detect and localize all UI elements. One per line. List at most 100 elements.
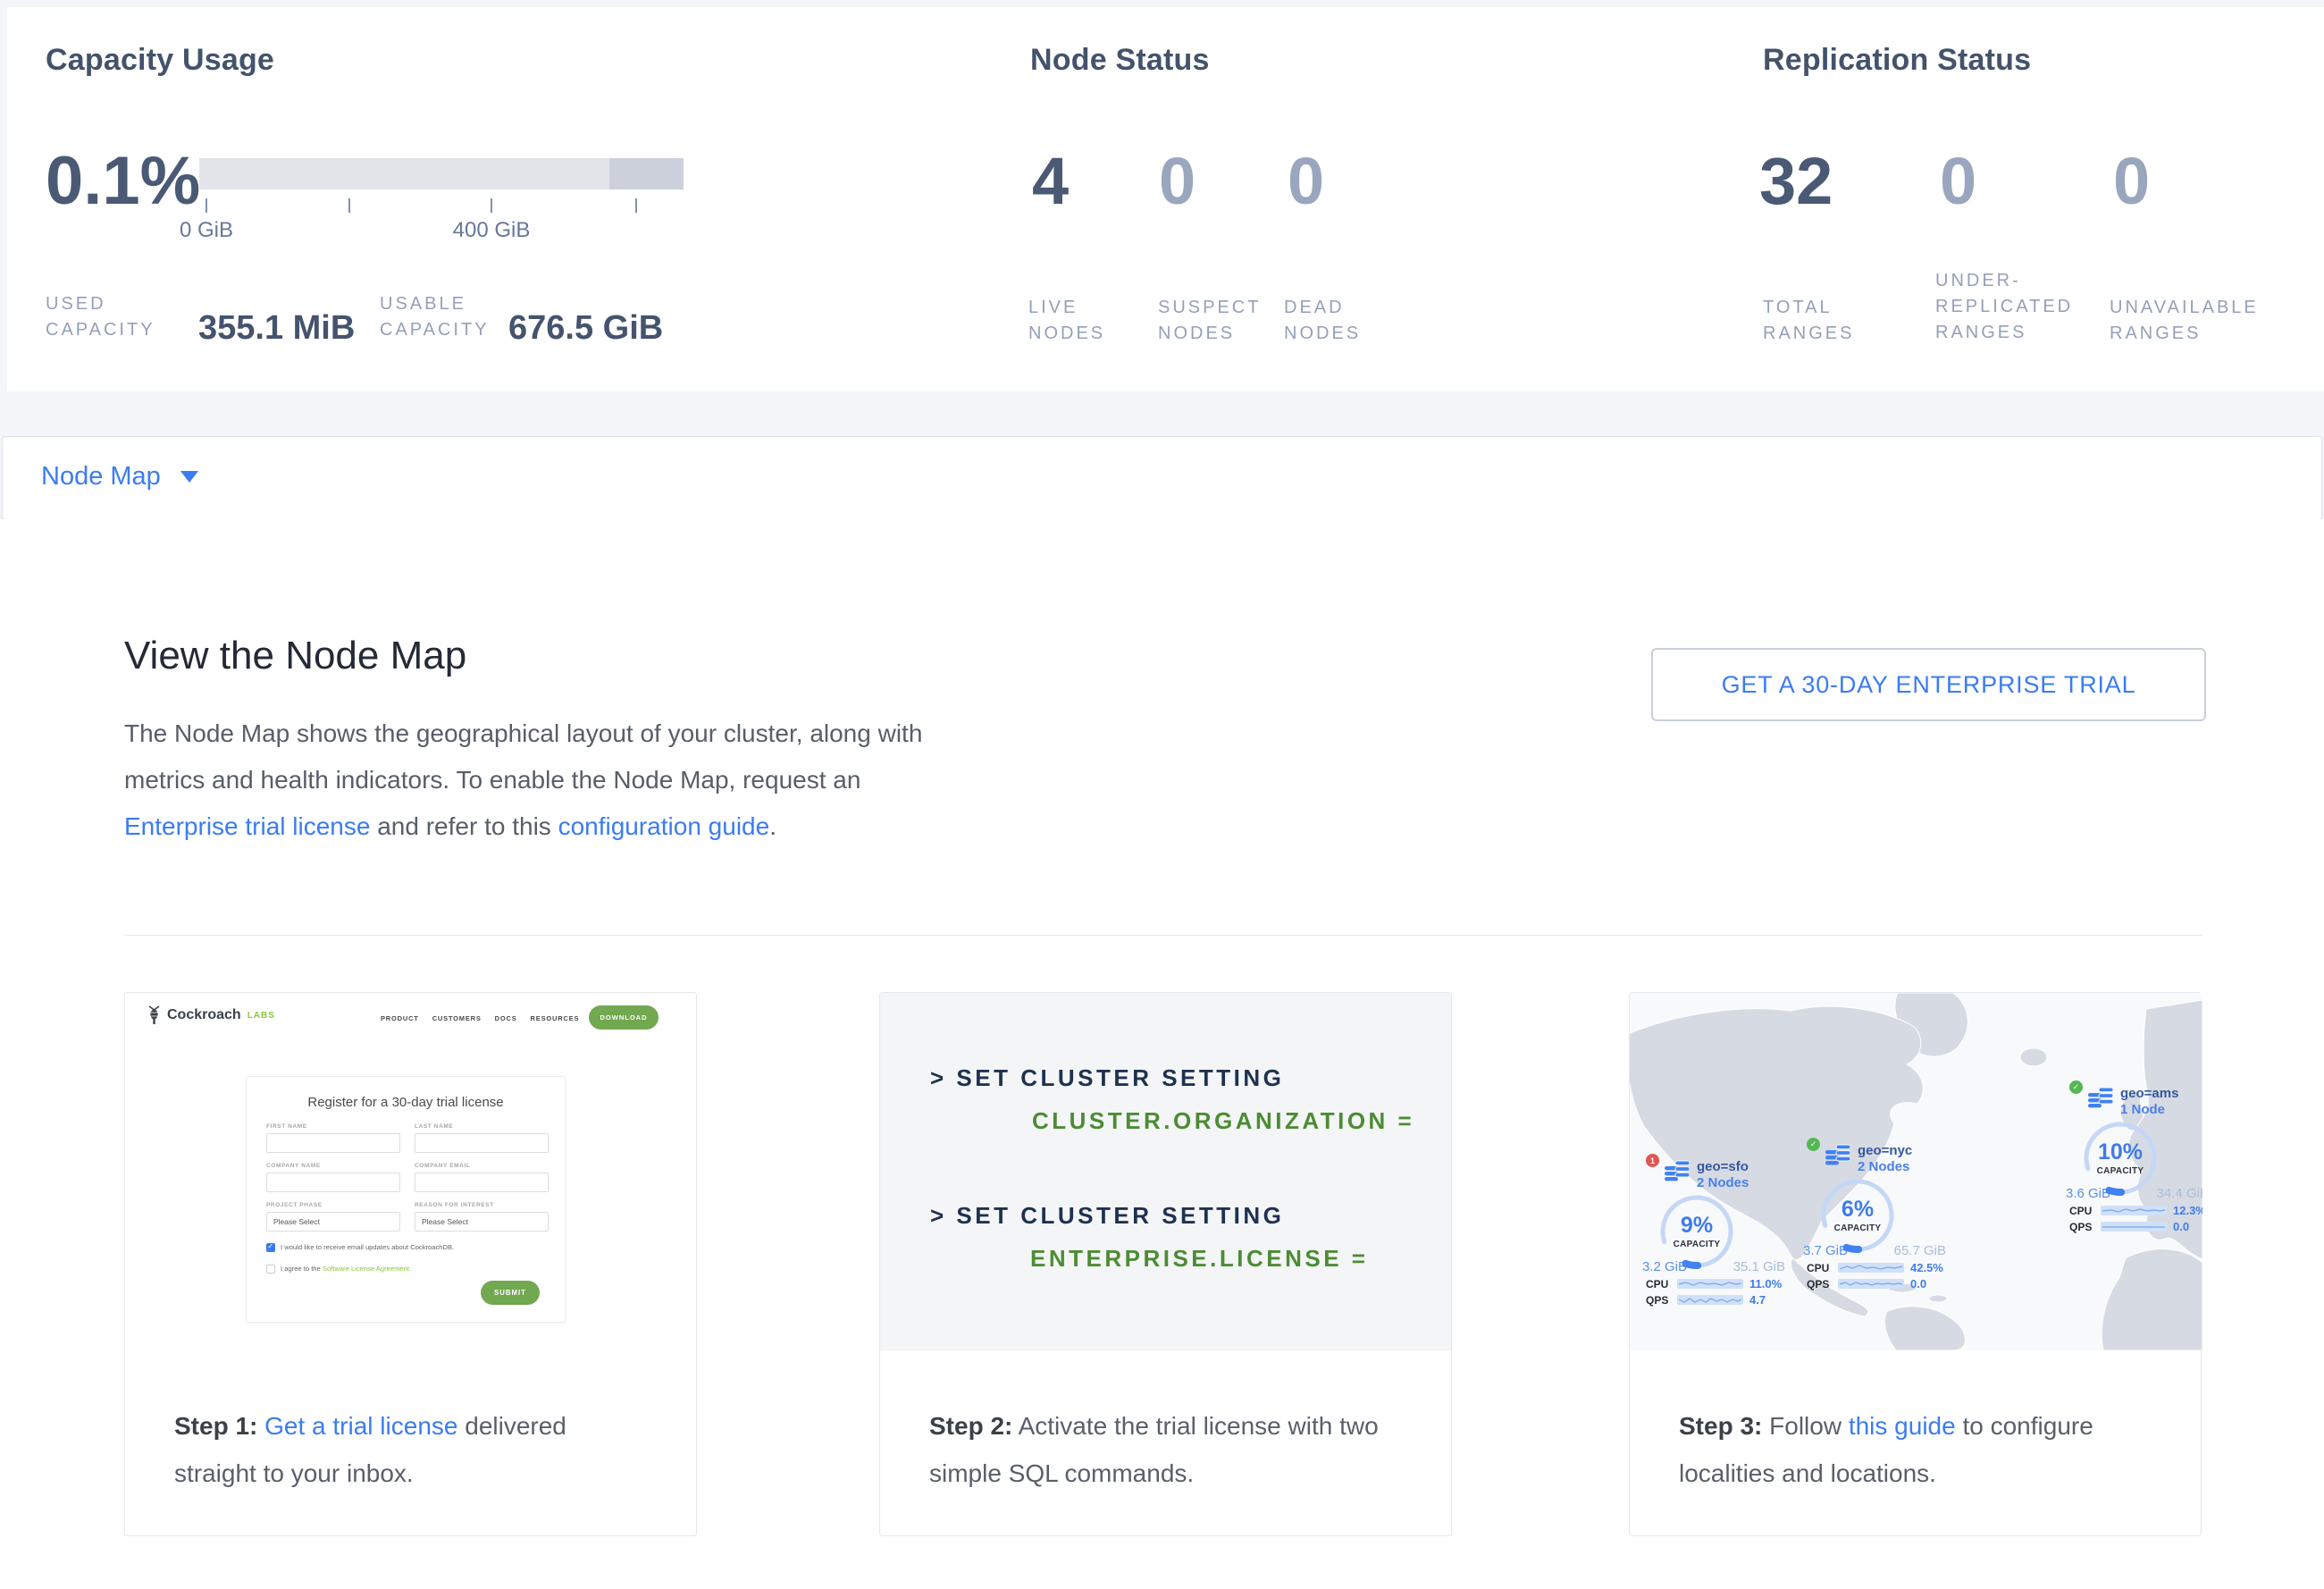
chevron-down-icon[interactable] [180, 471, 198, 483]
database-icon [2088, 1086, 2115, 1109]
nav-item-docs[interactable]: DOCS [495, 1014, 517, 1022]
locality-name: geo=ams [2120, 1086, 2178, 1101]
nav-item-customers[interactable]: CUSTOMERS [432, 1014, 482, 1022]
step3-caption: Step 3: Follow this guide to configure l… [1679, 1402, 2154, 1497]
submit-button[interactable]: SUBMIT [481, 1281, 540, 1305]
company-name-input[interactable] [266, 1173, 400, 1192]
registration-screenshot: Cockroach LABS PRODUCT CUSTOMERS DOCS RE… [125, 993, 696, 1395]
capacity-tick [491, 198, 492, 213]
error-badge: 1 [1646, 1154, 1659, 1167]
company-email-input[interactable] [415, 1173, 549, 1192]
database-icon [1665, 1159, 1691, 1182]
step3-card: 1 geo=sfo 2 Nodes [1629, 992, 2202, 1536]
company-email-label: COMPANY EMAIL [415, 1163, 549, 1169]
under-replicated-count: 0 [1940, 148, 1976, 214]
unavailable-label: UNAVAILABLE RANGES [2110, 295, 2288, 347]
step2-prefix: Step 2: [929, 1412, 1012, 1440]
cluster-summary-panel: Capacity Usage 0.1% 0 GiB 400 GiB USED C… [7, 7, 2324, 392]
locality-node-count: 2 Nodes [1858, 1158, 1912, 1175]
nav-item-product[interactable]: PRODUCT [381, 1014, 419, 1022]
email-updates-checkbox[interactable] [266, 1243, 275, 1252]
step2-caption: Step 2: Activate the trial license with … [929, 1402, 1405, 1497]
reason-label: REASON FOR INTEREST [415, 1202, 549, 1208]
capacity-bar-tail [609, 158, 684, 189]
cockroach-labs-logo: Cockroach LABS [147, 1005, 275, 1025]
project-phase-field: PROJECT PHASE Please Select [266, 1202, 400, 1232]
step1-caption: Step 1: Get a trial license delivered st… [174, 1402, 650, 1497]
project-phase-select[interactable]: Please Select [266, 1212, 400, 1232]
suspect-nodes-label: SUSPECT NODES [1158, 295, 1274, 347]
enterprise-trial-license-link[interactable]: Enterprise trial license [124, 812, 370, 840]
sql-line-2: > SET CLUSTER SETTING [930, 1202, 1284, 1230]
company-name-label: COMPANY NAME [266, 1163, 400, 1169]
capacity-label: CAPACITY [1819, 1223, 1896, 1233]
nav-item-resources[interactable]: RESOURCES [531, 1014, 580, 1022]
ok-badge: ✓ [2069, 1080, 2083, 1094]
node-map-screenshot: 1 geo=sfo 2 Nodes [1630, 993, 2202, 1350]
trial-license-form: Register for a 30-day trial license FIRS… [246, 1076, 566, 1323]
dead-nodes-count: 0 [1288, 148, 1324, 214]
live-nodes-count: 4 [1032, 148, 1069, 214]
download-button[interactable]: DOWNLOAD [589, 1005, 659, 1030]
email-updates-text: I would like to receive email updates ab… [281, 1243, 454, 1251]
used-capacity-value: 355.1 MiB [198, 309, 355, 348]
locality-sfo[interactable]: 1 geo=sfo 2 Nodes [1646, 1159, 1798, 1307]
company-email-field: COMPANY EMAIL [415, 1163, 549, 1192]
under-replicated-label: UNDER-REPLICATED RANGES [1935, 268, 2092, 346]
qps-label: QPS [2069, 1221, 2094, 1233]
cluster-overview-page: Capacity Usage 0.1% 0 GiB 400 GiB USED C… [0, 0, 2324, 1589]
capacity-tick [206, 198, 207, 213]
capacity-percent: 10% [2082, 1139, 2159, 1165]
replication-status-title: Replication Status [1763, 43, 2031, 78]
live-nodes-label: LIVE NODES [1028, 295, 1118, 347]
cpu-label: CPU [1807, 1262, 1832, 1274]
enterprise-trial-button[interactable]: GET A 30-DAY ENTERPRISE TRIAL [1651, 648, 2206, 721]
node-map-dropdown[interactable]: Node Map [41, 462, 198, 492]
capacity-tick-label: 400 GiB [429, 218, 554, 243]
description-text: . [769, 812, 776, 840]
usable-capacity-value: 676.5 GiB [508, 309, 663, 348]
reason-select[interactable]: Please Select [415, 1212, 549, 1232]
description-text: and refer to this [370, 812, 558, 840]
license-agreement-pre: I agree to the [281, 1265, 323, 1273]
total-capacity: 35.1 GiB [1733, 1259, 1785, 1274]
section-divider [124, 935, 2202, 936]
email-updates-checkbox-row: I would like to receive email updates ab… [266, 1243, 534, 1252]
sql-code-panel: > SET CLUSTER SETTING CLUSTER.ORGANIZATI… [880, 993, 1451, 1350]
get-trial-license-link[interactable]: Get a trial license [264, 1412, 457, 1440]
capacity-label: CAPACITY [1658, 1240, 1735, 1249]
license-agreement-text: I agree to the Software License Agreemen… [281, 1265, 411, 1273]
step3-mid: Follow [1762, 1412, 1848, 1440]
minisite-nav: PRODUCT CUSTOMERS DOCS RESOURCES BLOG [381, 1014, 615, 1022]
dead-nodes-label: DEAD NODES [1284, 295, 1382, 347]
locality-name: geo=sfo [1697, 1159, 1749, 1174]
license-agreement-checkbox[interactable] [266, 1265, 275, 1274]
step3-prefix: Step 3: [1679, 1412, 1762, 1440]
capacity-tick-label: 0 GiB [144, 218, 269, 243]
configuration-guide-link[interactable]: configuration guide [558, 812, 770, 840]
view-selector-bar: Node Map [2, 436, 2322, 520]
section-heading: View the Node Map [124, 634, 466, 678]
total-ranges-label: TOTAL RANGES [1763, 295, 1870, 347]
software-license-link[interactable]: Software License Agreement. [323, 1265, 411, 1273]
qps-sparkline [1677, 1295, 1743, 1305]
last-name-label: LAST NAME [415, 1123, 549, 1130]
total-ranges-count: 32 [1759, 148, 1833, 214]
capacity-percent: 0.1% [46, 147, 200, 215]
locality-nyc[interactable]: ✓ geo=nyc 2 Nodes [1807, 1143, 1959, 1291]
locality-ams[interactable]: ✓ geo=ams 1 Node [2069, 1086, 2202, 1233]
this-guide-link[interactable]: this guide [1849, 1412, 1956, 1440]
node-status-title: Node Status [1030, 43, 1210, 78]
cockroach-bug-icon [147, 1005, 161, 1025]
last-name-input[interactable] [415, 1133, 549, 1153]
unavailable-count: 0 [2113, 148, 2150, 214]
capacity-tick [635, 198, 637, 213]
brand-name: Cockroach [167, 1007, 241, 1023]
node-map-promo-section: View the Node Map The Node Map shows the… [0, 519, 2324, 1589]
cpu-value: 11.0% [1749, 1277, 1782, 1291]
section-description: The Node Map shows the geographical layo… [124, 710, 973, 850]
qps-value: 0.0 [1910, 1277, 1926, 1291]
first-name-input[interactable] [266, 1133, 400, 1153]
node-map-dropdown-label[interactable]: Node Map [41, 462, 161, 492]
capacity-bar [199, 158, 684, 189]
